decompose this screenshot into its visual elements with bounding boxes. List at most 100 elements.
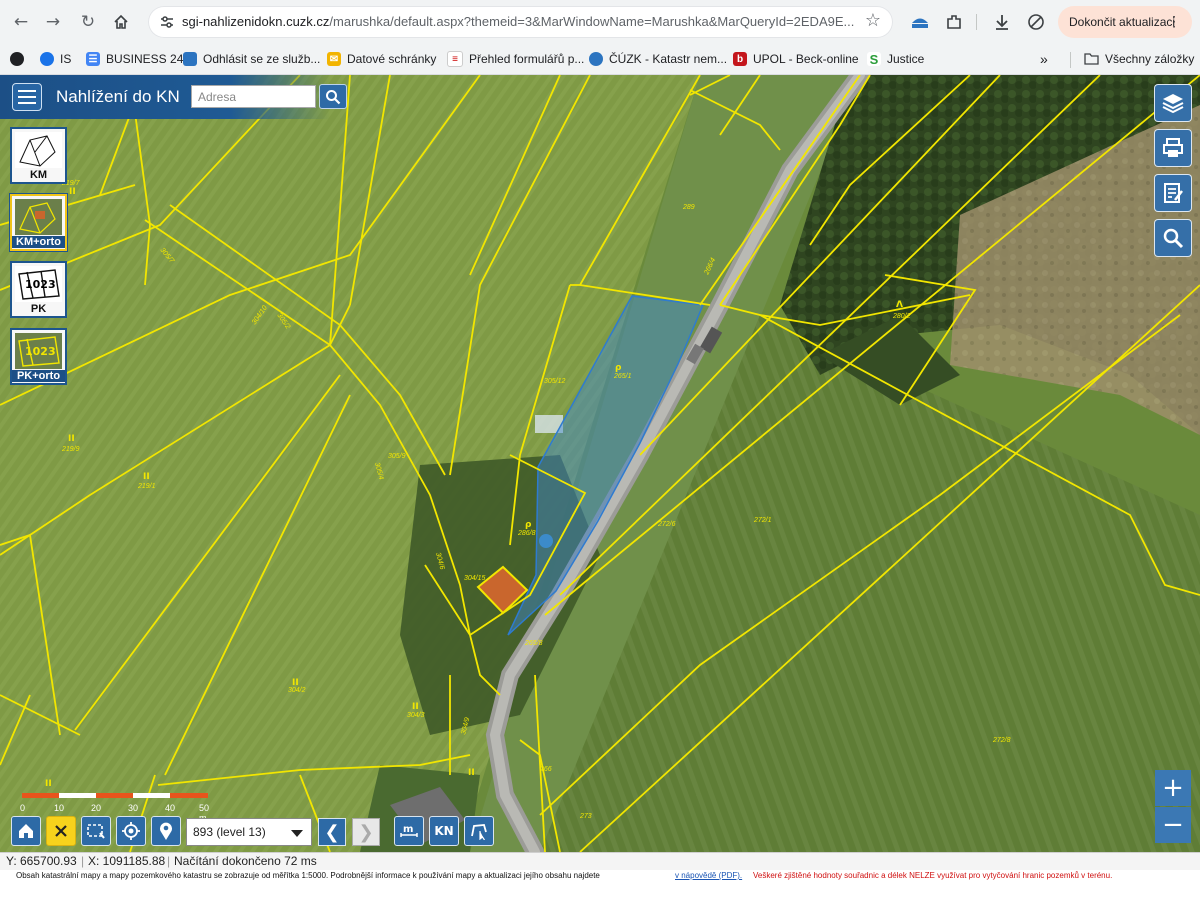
url-text: sgi-nahlizenidokn.cuzk.cz/marushka/defau… xyxy=(182,14,855,29)
scale-label: 40 xyxy=(165,803,176,813)
browser-toolbar: ← → ↻ sgi-nahlizenidokn.cuzk.cz/marushka… xyxy=(0,0,1200,44)
map-pin-icon[interactable] xyxy=(151,816,181,846)
menu-dots-icon[interactable]: ⋮ xyxy=(1167,13,1181,30)
site-settings-icon[interactable] xyxy=(158,13,176,31)
home-icon[interactable] xyxy=(108,9,134,35)
layer-pk-button[interactable]: 1023 PK xyxy=(10,261,67,318)
measure-icon[interactable]: m xyxy=(394,816,424,846)
zoom-level-select[interactable]: 893 (level 13) xyxy=(186,818,312,846)
download-icon[interactable] xyxy=(990,10,1014,34)
is-icon xyxy=(40,52,54,66)
dropdown-arrow-icon xyxy=(291,830,303,837)
back-icon[interactable]: ← xyxy=(8,9,34,35)
scale-label: 20 xyxy=(91,803,102,813)
layer-km-button[interactable]: KM xyxy=(10,127,67,184)
clear-selection-icon[interactable] xyxy=(46,816,76,846)
svg-text:1023: 1023 xyxy=(25,278,56,291)
scale-segment xyxy=(133,793,170,798)
zoom-out-icon[interactable]: − xyxy=(1155,807,1191,843)
svg-text:II: II xyxy=(45,779,52,789)
extensions-icon[interactable] xyxy=(942,10,966,34)
kn-info-icon[interactable]: KN xyxy=(429,816,459,846)
cuzk-extension-icon[interactable] xyxy=(908,10,932,34)
parcel-label: 266 xyxy=(539,766,552,773)
parcel-label: 272/1 xyxy=(753,517,772,524)
pk-orto-thumbnail-icon: 1023 xyxy=(15,333,62,369)
parcel-label: 304/15 xyxy=(464,575,486,582)
address-bar[interactable]: sgi-nahlizenidokn.cuzk.cz/marushka/defau… xyxy=(148,6,893,38)
km-thumbnail-icon xyxy=(15,132,62,168)
forward-icon[interactable]: → xyxy=(40,9,66,35)
svg-text:ρ: ρ xyxy=(525,520,532,530)
status-bar: Y: 665700.93 | X: 1091185.88 | Načítání … xyxy=(0,852,1200,870)
bookmark-is[interactable]: IS xyxy=(40,50,71,68)
scale-segment xyxy=(170,793,208,798)
layer-pk-orto-button[interactable]: 1023 PK+orto xyxy=(10,328,67,385)
svg-text:ρ: ρ xyxy=(615,363,622,373)
bookmark-cuzk[interactable]: ČÚZK - Katastr nem... xyxy=(589,50,727,68)
svg-text:II: II xyxy=(412,702,419,712)
parcel-label: 219/9 xyxy=(61,446,80,453)
scale-segment xyxy=(96,793,133,798)
update-button[interactable]: Dokončit aktualizaci ⋮ xyxy=(1058,6,1192,38)
locate-me-icon[interactable] xyxy=(116,816,146,846)
bookmark-datove-schranky[interactable]: ✉ Datové schránky xyxy=(327,50,436,68)
footnote-text: Obsah katastrální mapy a mapy pozemkovéh… xyxy=(16,871,600,880)
parcel-label: 265/1 xyxy=(613,373,632,380)
scale-label: 0 xyxy=(20,803,26,813)
parcel-label: 273 xyxy=(579,813,592,820)
print-icon[interactable] xyxy=(1155,130,1191,166)
parcel-label: 304/3 xyxy=(407,712,425,719)
reload-icon[interactable]: ↻ xyxy=(75,9,101,35)
parcel-query-icon[interactable] xyxy=(464,816,494,846)
footnote-warning: Veškeré zjištěné hodnoty souřadnic a dél… xyxy=(753,871,1113,880)
svg-text:II: II xyxy=(468,768,475,778)
bookmark-odhlasit[interactable]: Odhlásit se ze služb... xyxy=(183,50,320,68)
bookmark-upol[interactable]: b UPOL - Beck-online xyxy=(733,50,859,68)
zoom-in-icon[interactable]: + xyxy=(1155,770,1191,806)
parcel-label: 219/1 xyxy=(137,483,156,490)
app-title: Nahlížení do KN xyxy=(56,87,180,106)
help-pdf-link[interactable]: v nápovědě (PDF). xyxy=(675,871,742,880)
all-bookmarks[interactable]: Všechny záložky xyxy=(1084,50,1194,68)
zoom-search-icon[interactable] xyxy=(1155,220,1191,256)
scale-segment xyxy=(22,793,59,798)
svg-text:m: m xyxy=(403,824,413,835)
map-view[interactable]: 219/7 219/9 219/1 305/7 304/10 305/2 305… xyxy=(0,75,1200,852)
cuzk-globe-icon xyxy=(589,52,603,66)
scale-segment xyxy=(59,793,96,798)
beck-icon: b xyxy=(733,52,747,66)
status-sep: | xyxy=(81,854,85,868)
bookmark-justice[interactable]: S Justice xyxy=(867,50,924,68)
search-icon[interactable] xyxy=(319,84,347,109)
scale-label: 10 xyxy=(54,803,65,813)
address-search-input[interactable] xyxy=(191,85,316,108)
parcel-label: 304/2 xyxy=(288,687,306,694)
toolbar-divider xyxy=(976,14,977,30)
home-view-icon[interactable] xyxy=(11,816,41,846)
select-area-icon[interactable] xyxy=(81,816,111,846)
edit-notes-icon[interactable] xyxy=(1155,175,1191,211)
previous-view-icon[interactable]: ❮ xyxy=(318,818,346,846)
y-coordinate: Y: 665700.93 xyxy=(6,854,77,868)
bookmark-business24[interactable]: ☰ BUSINESS 24 xyxy=(86,50,183,68)
cuzk-icon xyxy=(183,52,197,66)
layers-icon[interactable] xyxy=(1155,85,1191,121)
bookmark-star-icon[interactable]: ☆ xyxy=(865,10,881,31)
app-header: Nahlížení do KN xyxy=(0,75,347,119)
menu-hamburger-icon[interactable] xyxy=(12,83,42,111)
layer-km-orto-button[interactable]: KM+orto xyxy=(10,194,67,251)
svg-text:II: II xyxy=(69,187,76,197)
bookmarks-overflow[interactable]: » xyxy=(1040,50,1048,68)
parcel-label: 272/6 xyxy=(657,521,676,528)
bookmark-globe[interactable] xyxy=(10,50,30,68)
parcel-label: 280/2 xyxy=(892,313,911,320)
ortho-map-canvas[interactable]: 219/7 219/9 219/1 305/7 304/10 305/2 305… xyxy=(0,75,1200,852)
load-status: Načítání dokončeno 72 ms xyxy=(174,854,317,868)
next-view-icon[interactable]: ❯ xyxy=(352,818,380,846)
parcel-label: 289 xyxy=(682,204,695,211)
footnote: Obsah katastrální mapy a mapy pozemkovéh… xyxy=(0,869,1200,883)
profile-icon[interactable] xyxy=(1024,10,1048,34)
svg-text:II: II xyxy=(68,434,75,444)
bookmark-prehled[interactable]: ≡ Přehled formulářů p... xyxy=(447,50,584,68)
